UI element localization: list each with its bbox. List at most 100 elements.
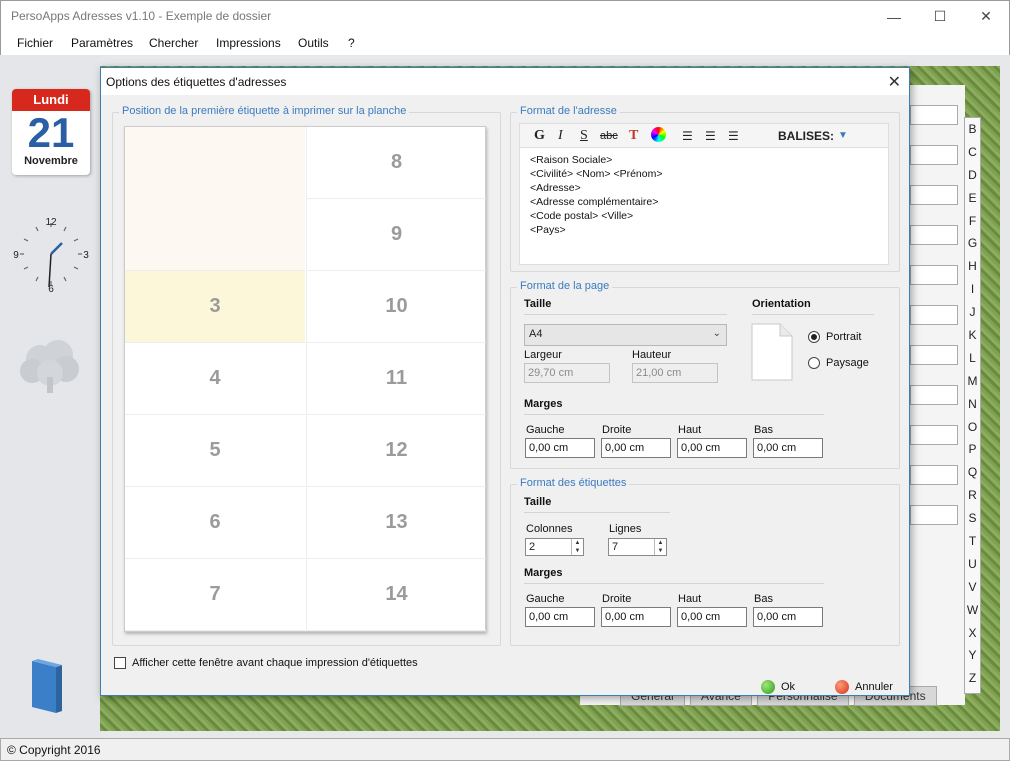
alpha-letter[interactable]: H xyxy=(965,255,980,278)
label-cell[interactable]: 7 xyxy=(125,559,305,631)
calendar-widget: Lundi 21 Novembre xyxy=(12,89,90,175)
label-margin-droite-field[interactable]: 0,00 cm xyxy=(601,607,671,627)
align-center-icon[interactable]: ☰ xyxy=(705,129,716,143)
label-cell[interactable]: 10 xyxy=(306,271,486,343)
minimize-icon[interactable]: — xyxy=(871,1,917,32)
label-margin-gauche-field[interactable]: 0,00 cm xyxy=(525,607,595,627)
portrait-label[interactable]: Portrait xyxy=(826,331,861,343)
menu-outils[interactable]: Outils xyxy=(298,36,329,50)
show-dialog-checkbox[interactable] xyxy=(114,657,126,669)
page-margin-bas-field[interactable]: 0,00 cm xyxy=(753,438,823,458)
annuler-button[interactable]: Annuler xyxy=(835,676,893,698)
alpha-letter[interactable]: G xyxy=(965,232,980,255)
show-dialog-label[interactable]: Afficher cette fenêtre avant chaque impr… xyxy=(132,657,418,669)
label-cell[interactable]: 8 xyxy=(306,127,486,199)
alpha-letter[interactable]: W xyxy=(965,599,980,622)
portrait-radio[interactable] xyxy=(808,331,820,343)
close-window-icon[interactable]: ✕ xyxy=(963,1,1009,32)
page-margin-droite-field[interactable]: 0,00 cm xyxy=(601,438,671,458)
contact-field[interactable] xyxy=(910,345,958,365)
address-line: <Civilité> <Nom> <Prénom> xyxy=(530,168,663,180)
page-margins-label: Marges xyxy=(524,398,563,410)
contact-field[interactable] xyxy=(910,225,958,245)
hauteur-field[interactable]: 21,00 cm xyxy=(632,363,718,383)
label-cell-empty[interactable] xyxy=(125,127,305,271)
alpha-letter[interactable]: E xyxy=(965,187,980,210)
alpha-letter[interactable]: T xyxy=(965,530,980,553)
cancel-icon xyxy=(835,680,849,694)
menu-parametres[interactable]: Paramètres xyxy=(71,36,133,50)
align-left-icon[interactable]: ☰ xyxy=(682,129,693,143)
contact-field[interactable] xyxy=(910,265,958,285)
bold-button[interactable]: G xyxy=(534,128,545,144)
label-cell[interactable]: 4 xyxy=(125,343,305,415)
label-cell[interactable]: 6 xyxy=(125,487,305,559)
underline-button[interactable]: S xyxy=(580,128,588,144)
menu-fichier[interactable]: Fichier xyxy=(17,36,53,50)
alpha-letter[interactable]: L xyxy=(965,347,980,370)
contact-field[interactable] xyxy=(910,305,958,325)
address-editor[interactable]: G I S abc T ☰ ☰ ☰ BALISES: ▼ <Raison Soc… xyxy=(519,123,889,265)
alpha-letter[interactable]: P xyxy=(965,438,980,461)
alpha-letter[interactable]: C xyxy=(965,141,980,164)
lignes-stepper[interactable]: 7 ▲ ▼ xyxy=(608,538,667,556)
close-icon[interactable]: ✕ xyxy=(888,72,901,92)
label-cell[interactable]: 14 xyxy=(306,559,486,631)
contact-field[interactable] xyxy=(910,185,958,205)
contact-field[interactable] xyxy=(910,465,958,485)
color-wheel-icon[interactable] xyxy=(651,127,666,142)
italic-button[interactable]: I xyxy=(558,128,563,144)
alpha-letter[interactable]: U xyxy=(965,553,980,576)
alpha-letter[interactable]: Z xyxy=(965,667,980,690)
strike-button[interactable]: abc xyxy=(600,130,618,142)
contact-field[interactable] xyxy=(910,105,958,125)
alpha-letter[interactable]: I xyxy=(965,278,980,301)
page-margin-haut-field[interactable]: 0,00 cm xyxy=(677,438,747,458)
annuler-label: Annuler xyxy=(855,681,893,693)
alpha-letter[interactable]: D xyxy=(965,164,980,187)
contact-field[interactable] xyxy=(910,505,958,525)
alpha-letter[interactable]: K xyxy=(965,324,980,347)
alpha-letter[interactable]: V xyxy=(965,576,980,599)
label-cell[interactable]: 5 xyxy=(125,415,305,487)
alpha-letter[interactable]: M xyxy=(965,370,980,393)
page-margin-gauche-field[interactable]: 0,00 cm xyxy=(525,438,595,458)
contact-field[interactable] xyxy=(910,425,958,445)
alpha-letter[interactable]: S xyxy=(965,507,980,530)
menu-impressions[interactable]: Impressions xyxy=(216,36,281,50)
label-margin-haut-field[interactable]: 0,00 cm xyxy=(677,607,747,627)
chevron-down-icon[interactable]: ▼ xyxy=(838,130,848,141)
alpha-letter[interactable]: N xyxy=(965,393,980,416)
alpha-letter[interactable]: J xyxy=(965,301,980,324)
label-cell[interactable]: 3 xyxy=(125,271,305,343)
menu-help[interactable]: ? xyxy=(348,36,355,50)
page-size-select[interactable]: A4 ⌄ xyxy=(524,324,727,346)
maximize-icon[interactable]: ☐ xyxy=(917,1,963,32)
largeur-field[interactable]: 29,70 cm xyxy=(524,363,610,383)
label-cell[interactable]: 9 xyxy=(306,199,486,271)
colonnes-label: Colonnes xyxy=(526,523,573,535)
stepper-arrows-icon[interactable]: ▲ ▼ xyxy=(571,539,583,555)
alpha-letter[interactable]: F xyxy=(965,210,980,233)
label-cell[interactable]: 12 xyxy=(306,415,486,487)
paysage-label[interactable]: Paysage xyxy=(826,357,869,369)
colonnes-stepper[interactable]: 2 ▲ ▼ xyxy=(525,538,584,556)
alpha-letter[interactable]: R xyxy=(965,484,980,507)
alpha-letter[interactable]: X xyxy=(965,622,980,645)
contact-field[interactable] xyxy=(910,385,958,405)
stepper-arrows-icon[interactable]: ▲ ▼ xyxy=(654,539,666,555)
label-cell[interactable]: 13 xyxy=(306,487,486,559)
alpha-letter[interactable]: Q xyxy=(965,461,980,484)
menu-chercher[interactable]: Chercher xyxy=(149,36,198,50)
alpha-letter[interactable]: Y xyxy=(965,644,980,667)
paysage-radio[interactable] xyxy=(808,357,820,369)
alpha-letter[interactable]: B xyxy=(965,118,980,141)
font-color-icon[interactable]: T xyxy=(629,128,638,144)
contact-field[interactable] xyxy=(910,145,958,165)
label-cell[interactable]: 11 xyxy=(306,343,486,415)
alpha-letter[interactable]: O xyxy=(965,416,980,439)
align-right-icon[interactable]: ☰ xyxy=(728,129,739,143)
ok-button[interactable]: Ok xyxy=(761,676,795,698)
balises-label[interactable]: BALISES: xyxy=(778,129,834,143)
label-margin-bas-field[interactable]: 0,00 cm xyxy=(753,607,823,627)
